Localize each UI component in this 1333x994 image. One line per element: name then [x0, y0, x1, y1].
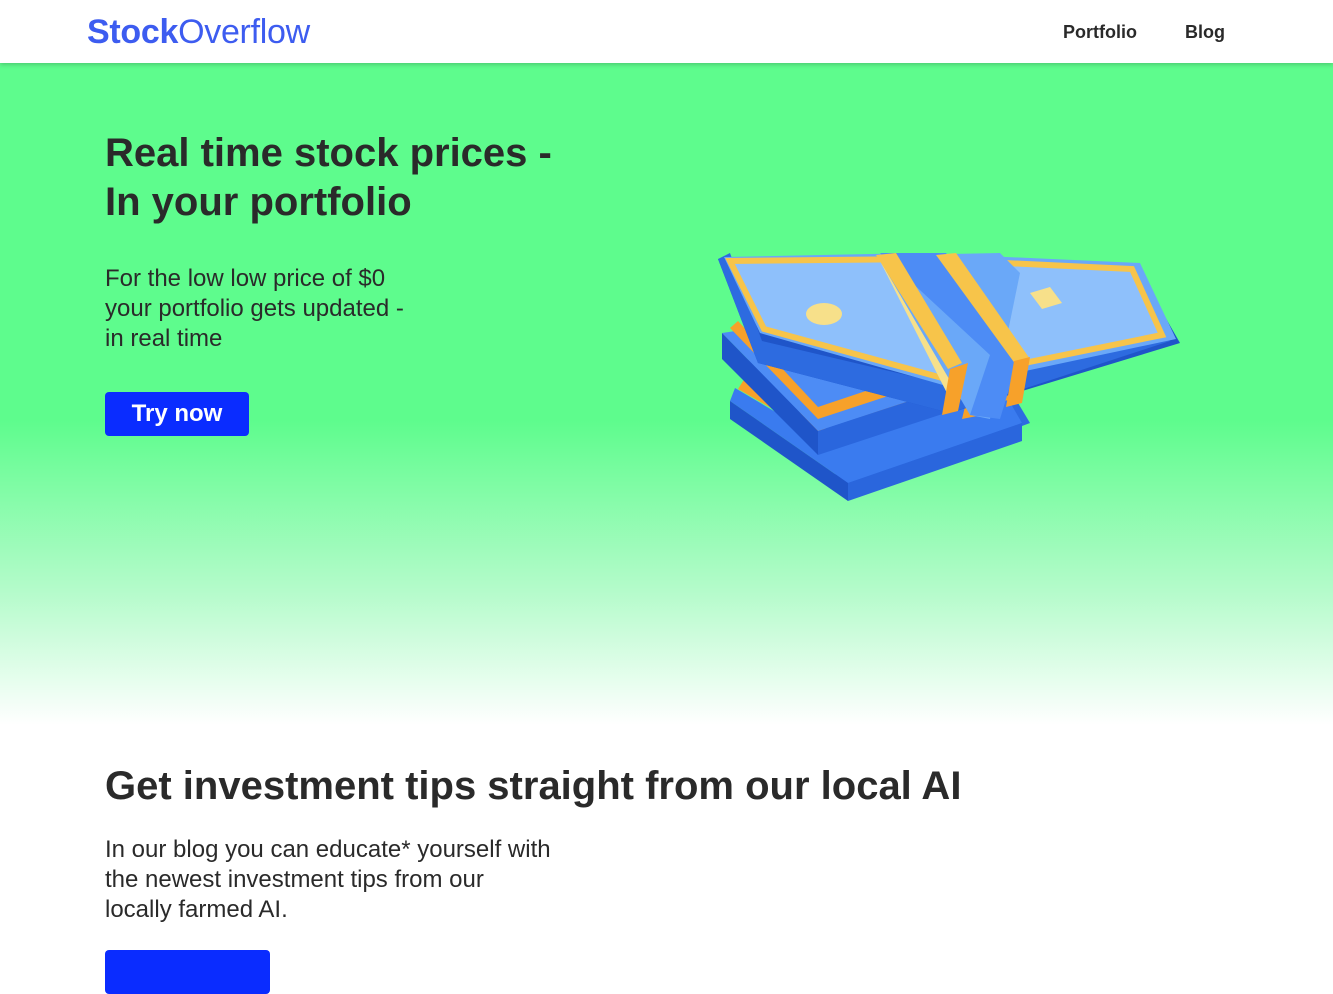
logo-link[interactable]: StockOverflow	[87, 12, 310, 52]
try-now-button[interactable]: Try now	[105, 392, 249, 436]
hero-title-line: Real time stock prices -	[105, 131, 552, 175]
blog-cta-button[interactable]	[105, 950, 270, 994]
hero-subtitle-line: in real time	[105, 325, 223, 352]
hero-subtitle: For the low low price of $0 your portfol…	[105, 264, 485, 354]
logo-bold-text: Stock	[87, 13, 179, 51]
hero-subtitle-line: For the low low price of $0	[105, 265, 386, 292]
money-stack-icon	[718, 253, 1180, 501]
tips-subtitle: In our blog you can educate* yourself wi…	[105, 835, 625, 925]
nav-link-portfolio[interactable]: Portfolio	[1063, 21, 1137, 43]
hero-section: Real time stock prices - In your portfol…	[0, 63, 1333, 725]
top-navbar: StockOverflow Portfolio Blog	[0, 0, 1333, 63]
logo-light-text: Overflow	[178, 13, 310, 51]
nav-link-blog[interactable]: Blog	[1185, 21, 1225, 43]
hero-title-line: In your portfolio	[105, 180, 412, 224]
tips-title: Get investment tips straight from our lo…	[105, 764, 962, 808]
tips-subtitle-line: the newest investment tips from our	[105, 866, 484, 893]
tips-subtitle-line: In our blog you can educate* yourself wi…	[105, 836, 551, 863]
hero-title: Real time stock prices - In your portfol…	[105, 129, 665, 227]
tips-subtitle-line: locally farmed AI.	[105, 896, 288, 923]
hero-subtitle-line: your portfolio gets updated -	[105, 295, 404, 322]
